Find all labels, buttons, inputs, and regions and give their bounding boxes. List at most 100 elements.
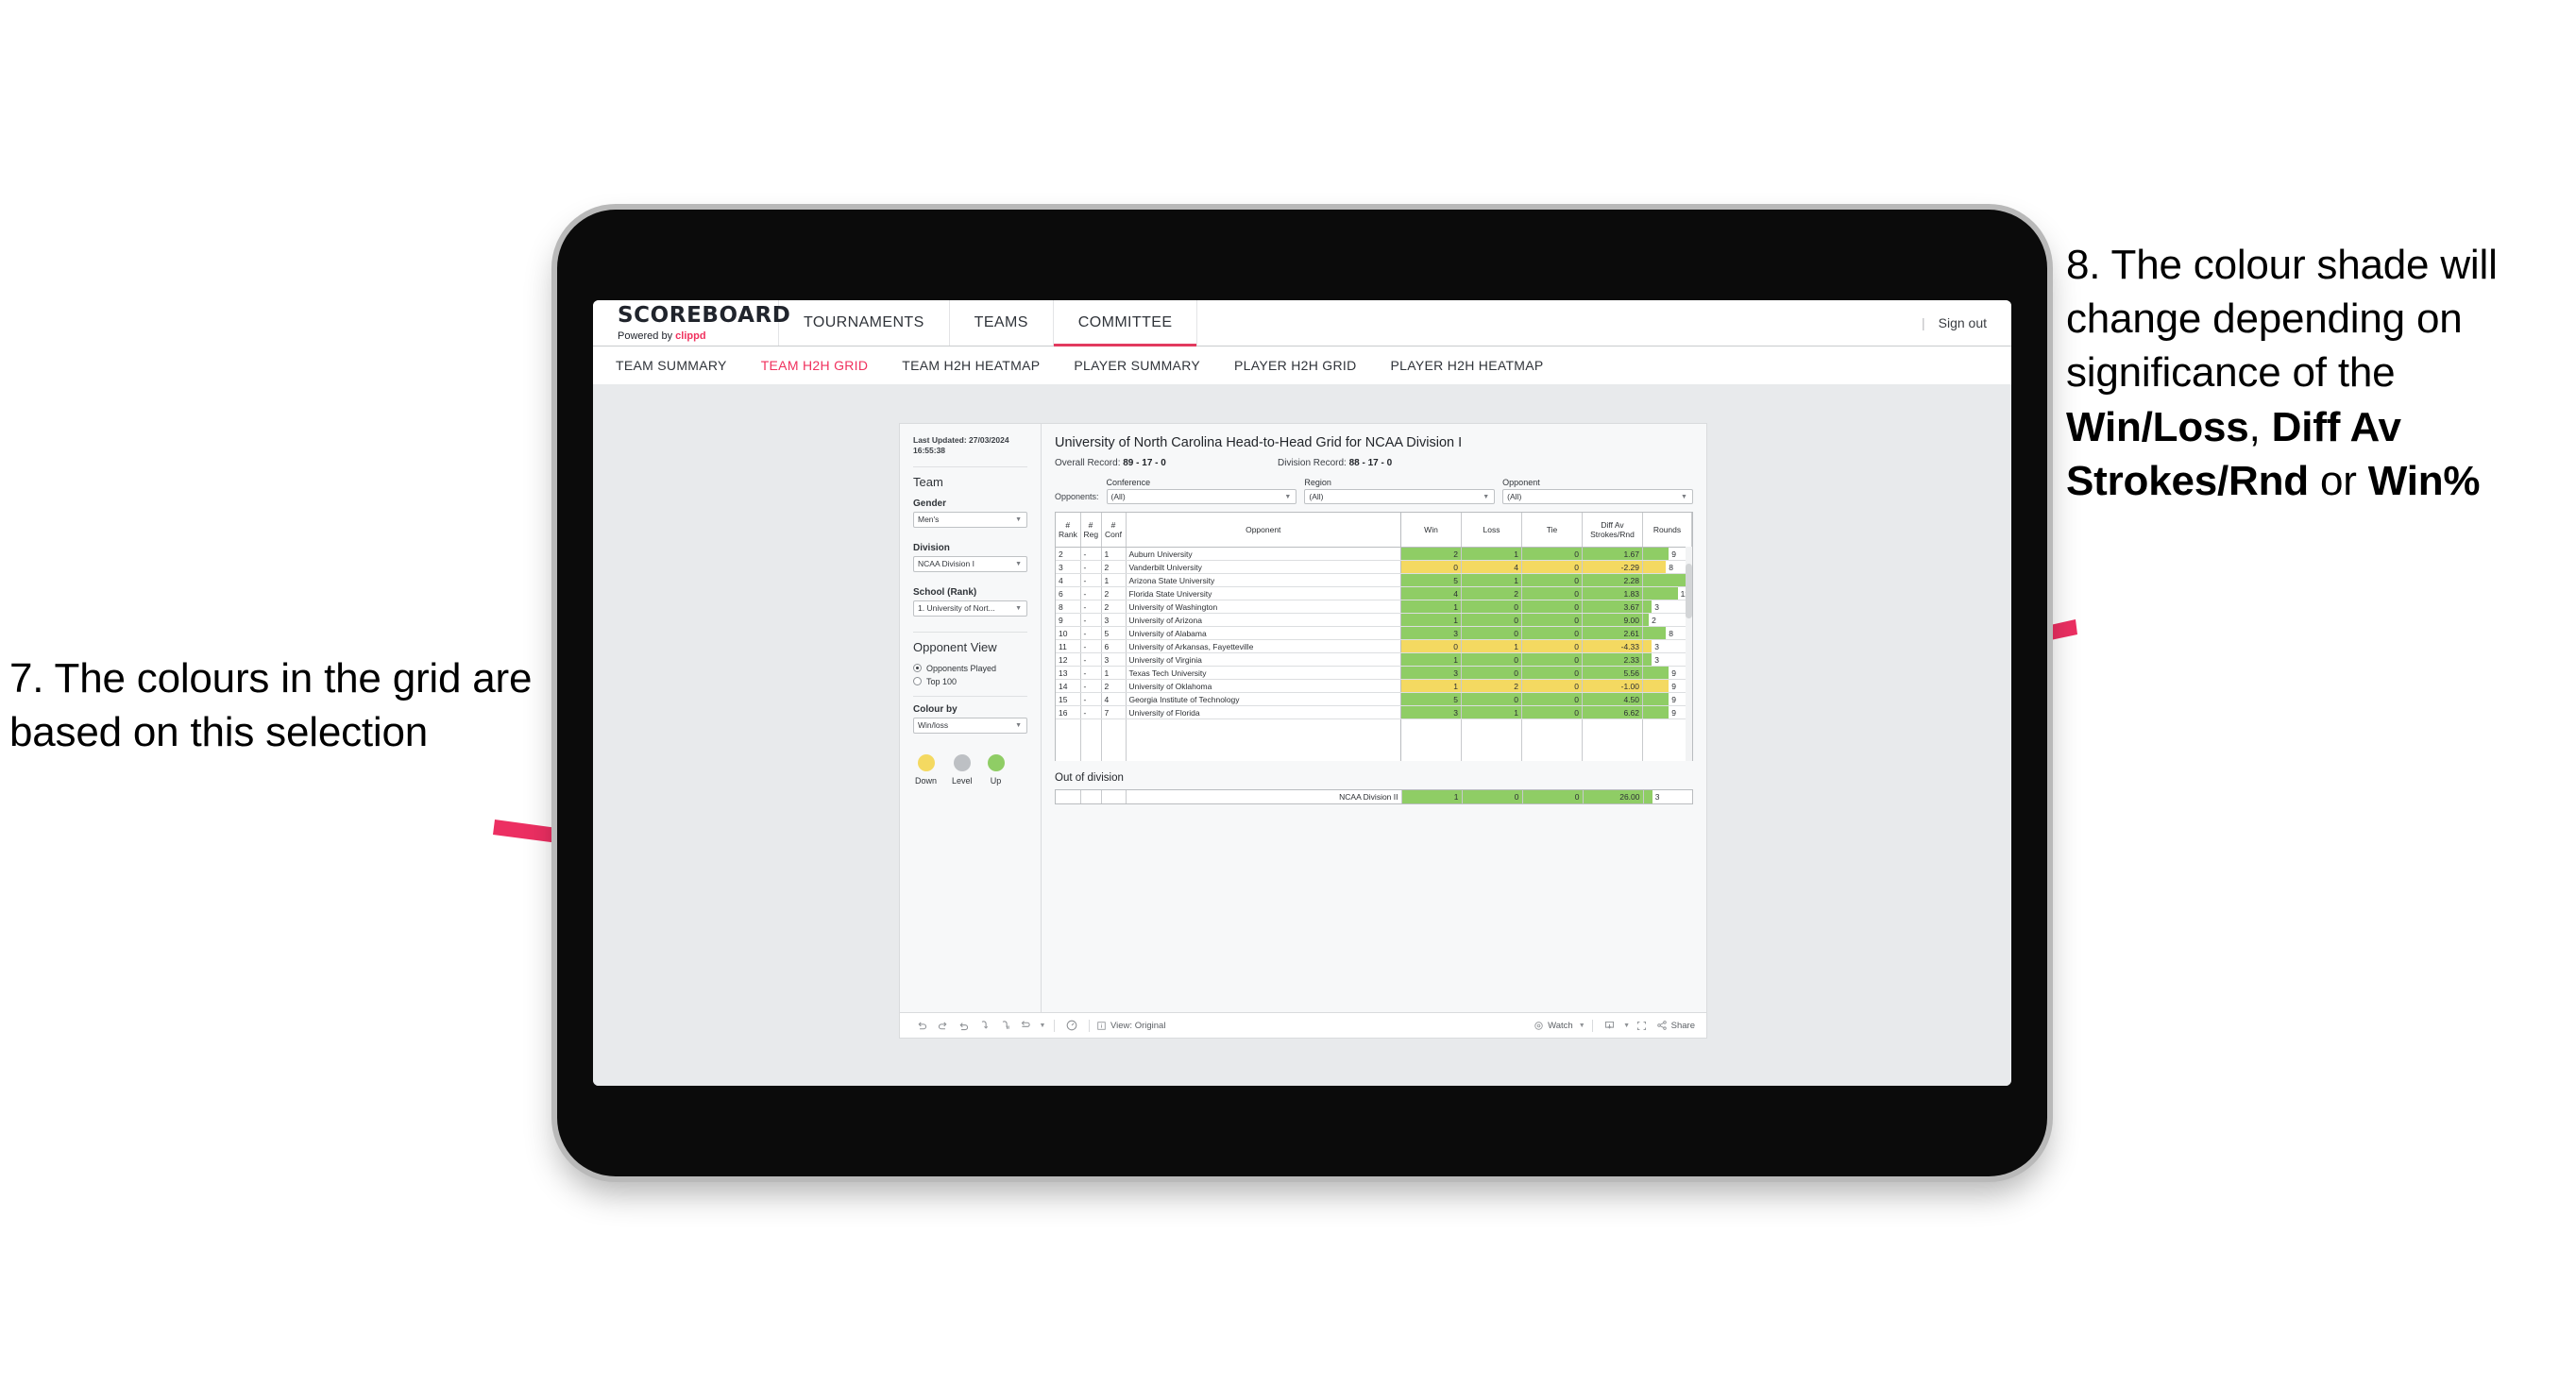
brand-logo: SCOREBOARD Powered by clippd xyxy=(593,300,790,346)
col-conf[interactable]: # Conf xyxy=(1101,513,1127,548)
table-scrollbar-thumb[interactable] xyxy=(1686,564,1692,618)
legend-label-down: Down xyxy=(915,775,938,786)
table-row[interactable]: 13-1 Texas Tech University 3 0 0 5.56 9 xyxy=(1056,666,1692,680)
cell-rounds: 9 xyxy=(1642,666,1692,680)
nav-committee[interactable]: COMMITTEE xyxy=(1053,300,1198,346)
pause-auto-update-icon[interactable] xyxy=(1061,1016,1082,1035)
col-reg[interactable]: # Reg xyxy=(1080,513,1102,548)
table-scrollbar[interactable] xyxy=(1686,547,1692,761)
subnav-player-h2h-heatmap[interactable]: PLAYER H2H HEATMAP xyxy=(1391,358,1544,373)
table-padding-row xyxy=(1056,718,1692,761)
table-row[interactable]: 6-2Florida State University4201.8312 xyxy=(1056,586,1692,600)
divider xyxy=(1054,1019,1055,1032)
annotation-right-pre: 8. The colour shade will change dependin… xyxy=(2066,242,2498,397)
pause-icon[interactable] xyxy=(994,1016,1015,1035)
opponent-value: (All) xyxy=(1507,492,1522,501)
table-row[interactable]: 3-2 Vanderbilt University 0 4 0 -2.29 8 xyxy=(1056,560,1692,574)
school-select[interactable]: 1. University of Nort... ▼ xyxy=(913,600,1027,617)
col-rounds[interactable]: Rounds xyxy=(1642,513,1692,548)
cell-rank: 11 xyxy=(1056,639,1081,653)
cell-rounds: 3 xyxy=(1643,789,1692,803)
col-win[interactable]: Win xyxy=(1400,513,1462,548)
cell-tie: 0 xyxy=(1521,692,1583,706)
subnav-team-summary[interactable]: TEAM SUMMARY xyxy=(616,358,727,373)
redo-icon[interactable] xyxy=(932,1016,953,1035)
radio-opponents-played[interactable]: Opponents Played xyxy=(913,664,1027,673)
conference-select[interactable]: (All) ▼ xyxy=(1106,489,1297,504)
undo-icon[interactable] xyxy=(911,1016,932,1035)
rounds-value: 9 xyxy=(1671,707,1677,718)
chevron-down-icon: ▼ xyxy=(1015,721,1022,729)
cell-win: 1 xyxy=(1401,789,1463,803)
opponent-filter: Opponent (All) ▼ xyxy=(1502,478,1693,504)
table-row[interactable]: 12-3 University of Virginia 1 0 0 2.33 3 xyxy=(1056,652,1692,667)
cell-diff: -4.33 xyxy=(1582,639,1643,653)
col-rank[interactable]: # Rank xyxy=(1056,513,1081,548)
table-row[interactable]: 4-1Arizona State University5102.2817 xyxy=(1056,573,1692,587)
table-row[interactable]: 16-7 University of Florida 3 1 0 6.62 9 xyxy=(1056,705,1692,719)
col-diff[interactable]: Diff Av Strokes/Rnd xyxy=(1582,513,1643,548)
refresh-icon[interactable] xyxy=(974,1016,994,1035)
cell-opponent: Auburn University xyxy=(1126,547,1401,561)
division-select[interactable]: NCAA Division I ▼ xyxy=(913,555,1027,572)
subnav-player-h2h-grid[interactable]: PLAYER H2H GRID xyxy=(1234,358,1357,373)
cell-reg: - xyxy=(1080,705,1102,719)
opponent-select[interactable]: (All) ▼ xyxy=(1502,489,1693,504)
cell-win: 0 xyxy=(1400,639,1462,653)
divider xyxy=(1089,1019,1090,1032)
subnav-player-summary[interactable]: PLAYER SUMMARY xyxy=(1074,358,1200,373)
region-select[interactable]: (All) ▼ xyxy=(1304,489,1496,504)
cell-rounds: 9 xyxy=(1642,705,1692,719)
gender-select[interactable]: Men's ▼ xyxy=(913,511,1027,528)
subnav-team-h2h-heatmap[interactable]: TEAM H2H HEATMAP xyxy=(902,358,1040,373)
sign-out-link[interactable]: Sign out xyxy=(1939,315,1987,330)
cell-opponent: University of Washington xyxy=(1126,600,1401,614)
gender-value: Men's xyxy=(918,515,940,525)
rounds-bar xyxy=(1643,680,1669,692)
share-button[interactable]: Share xyxy=(1656,1020,1695,1031)
table-row[interactable]: 9-3 University of Arizona 1 0 0 9.00 2 xyxy=(1056,613,1692,627)
cell-rank: 6 xyxy=(1056,586,1081,600)
revert-icon[interactable] xyxy=(953,1016,974,1035)
colour-by-select[interactable]: Win/loss ▼ xyxy=(913,717,1027,734)
nav-tournaments[interactable]: TOURNAMENTS xyxy=(779,300,950,346)
table-row[interactable]: 14-2 University of Oklahoma 1 2 0 -1.00 9 xyxy=(1056,679,1692,693)
chevron-down-icon[interactable]: ▼ xyxy=(1620,1016,1632,1035)
table-row[interactable]: 2-1 Auburn University 2 1 0 1.67 9 xyxy=(1056,547,1692,561)
col-opponent[interactable]: Opponent xyxy=(1126,513,1401,548)
table-row[interactable]: 11-6 University of Arkansas, Fayetteville… xyxy=(1056,639,1692,653)
legend-label-up: Up xyxy=(990,775,1002,786)
cell-rank: 9 xyxy=(1056,613,1081,627)
nav-teams[interactable]: TEAMS xyxy=(950,300,1054,346)
main-nav: TOURNAMENTS TEAMS COMMITTEE xyxy=(779,300,1198,346)
table-row[interactable]: 8-2 University of Washington 1 0 0 3.67 3 xyxy=(1056,600,1692,614)
radio-top-100[interactable]: Top 100 xyxy=(913,677,1027,686)
cell-opponent: NCAA Division II xyxy=(1126,789,1402,803)
fullscreen-icon[interactable] xyxy=(1632,1016,1652,1035)
cell-tie: 0 xyxy=(1521,600,1583,614)
brand-subtitle: Powered by clippd xyxy=(618,330,778,342)
chevron-down-icon[interactable]: ▼ xyxy=(1036,1016,1047,1035)
table-row[interactable]: 10-5 University of Alabama 3 0 0 2.61 8 xyxy=(1056,626,1692,640)
col-tie[interactable]: Tie xyxy=(1521,513,1583,548)
chevron-down-icon: ▼ xyxy=(1578,1022,1585,1029)
view-original-button[interactable]: View: Original xyxy=(1096,1021,1165,1031)
region-filter: Region (All) ▼ xyxy=(1304,478,1496,504)
cell-win: 2 xyxy=(1400,547,1462,561)
legend-item-up: Up xyxy=(987,753,1005,786)
cell-loss: 2 xyxy=(1461,679,1522,693)
radio-opponents-played-label: Opponents Played xyxy=(926,663,997,673)
conference-filter: Conference (All) ▼ xyxy=(1106,478,1297,504)
col-loss[interactable]: Loss xyxy=(1461,513,1522,548)
filter-reset-icon[interactable] xyxy=(1015,1016,1036,1035)
subnav-team-h2h-grid[interactable]: TEAM H2H GRID xyxy=(761,358,869,373)
legend-item-level: Level xyxy=(952,753,973,786)
download-icon[interactable] xyxy=(1600,1016,1620,1035)
table-row[interactable]: 15-4 Georgia Institute of Technology 5 0 0 4.… xyxy=(1056,692,1692,706)
records-row: Overall Record: 89 - 17 - 0 Division Rec… xyxy=(1055,458,1693,468)
watch-button[interactable]: Watch ▼ xyxy=(1534,1021,1585,1031)
cell-conf: 2 xyxy=(1101,586,1127,600)
cell-win: 3 xyxy=(1400,705,1462,719)
table-row[interactable]: NCAA Division II 1 0 0 26.00 3 xyxy=(1056,789,1692,803)
cell-tie: 0 xyxy=(1521,573,1583,587)
